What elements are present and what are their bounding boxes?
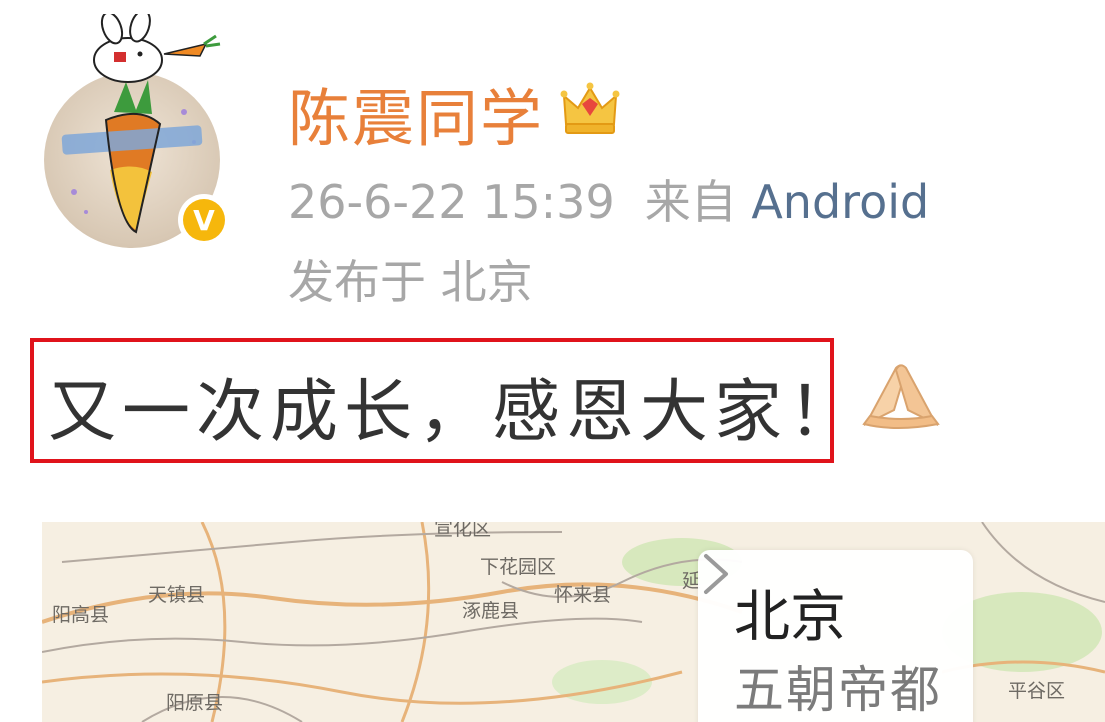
bunny-pendant-icon: [93, 14, 221, 83]
map-label: 平谷区: [1008, 680, 1066, 702]
post-text: 又一次成长，感恩大家！: [48, 373, 863, 452]
map-label: 宣化区: [434, 522, 492, 540]
map-label: 涿鹿县: [462, 600, 520, 622]
map-label: 下花园区: [480, 556, 557, 578]
map-location-card[interactable]: 北京 五朝帝都: [698, 550, 973, 722]
verified-badge: V: [178, 194, 230, 246]
map-label: 怀来县: [554, 584, 612, 606]
post-meta: 26-6-22 15:39 来自 Android: [288, 166, 929, 232]
crown-icon[interactable]: [560, 80, 620, 138]
map-label: 阳高县: [52, 604, 110, 626]
pray-hands-emoji-icon: [862, 364, 940, 429]
source-prefix: 来自: [644, 175, 737, 229]
post-location: 发布于 北京: [288, 255, 533, 309]
location-map[interactable]: 宣化区 下花园区 天镇县 阳高县 涿鹿县 怀来县 阳原县 平谷区 延 北京 五朝…: [42, 522, 1105, 722]
timestamp: 26-6-22 15:39: [288, 175, 615, 229]
map-label: 阳原县: [166, 692, 224, 714]
avatar-container[interactable]: V: [42, 14, 242, 248]
verified-v-icon: V: [183, 199, 225, 241]
map-card-title: 北京: [734, 585, 846, 650]
source-link[interactable]: Android: [751, 175, 929, 229]
chevron-right-icon: [704, 554, 728, 594]
map-label: 天镇县: [148, 584, 206, 606]
map-card-subtitle: 五朝帝都: [734, 661, 942, 719]
username[interactable]: 陈震同学: [288, 68, 544, 158]
